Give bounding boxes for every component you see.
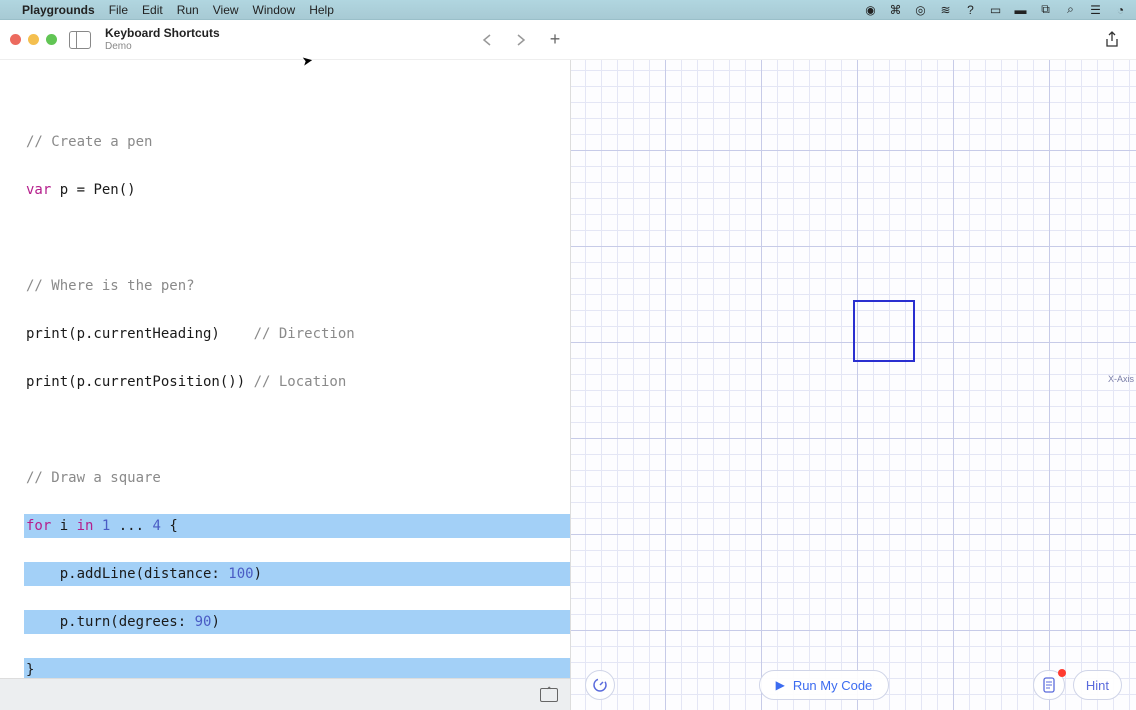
code-keyword: in bbox=[77, 518, 94, 534]
play-icon: ▶ bbox=[776, 678, 785, 692]
code-text: p.addLine(distance: bbox=[26, 566, 228, 582]
live-view-pane: X-Axis ▶ Run My Code Hint bbox=[570, 60, 1136, 710]
hint-label: Hint bbox=[1086, 678, 1109, 693]
spotlight-icon[interactable]: ⌕ bbox=[1063, 2, 1078, 17]
speed-button[interactable] bbox=[585, 670, 615, 700]
code-editor-pane: // Create a pen var p = Pen() // Where i… bbox=[0, 60, 570, 710]
menubar-status: ◉ ⌘ ◎ ≋ ? ▭ ▬ ⧉ ⌕ ☰ ◔ bbox=[863, 2, 1128, 17]
minimize-window-button[interactable] bbox=[28, 34, 39, 45]
run-my-code-button[interactable]: ▶ Run My Code bbox=[759, 670, 890, 700]
traffic-lights bbox=[10, 34, 57, 45]
code-number: 4 bbox=[152, 518, 160, 534]
canvas-grid[interactable] bbox=[571, 60, 1136, 710]
code-text: i bbox=[51, 518, 76, 534]
code-comment: // Location bbox=[254, 374, 347, 390]
page-nav: + bbox=[480, 33, 562, 47]
keyboard-shortcut-button[interactable] bbox=[540, 688, 558, 702]
macos-menubar: Playgrounds File Edit Run View Window He… bbox=[0, 0, 1136, 20]
code-text: ) bbox=[211, 614, 219, 630]
code-comment: // Where is the pen? bbox=[26, 278, 195, 294]
app-menu-playgrounds[interactable]: Playgrounds bbox=[22, 3, 95, 17]
menu-edit[interactable]: Edit bbox=[142, 3, 163, 17]
menu-run[interactable]: Run bbox=[177, 3, 199, 17]
menu-window[interactable]: Window bbox=[253, 3, 296, 17]
x-axis-label: X-Axis bbox=[1108, 374, 1134, 384]
status-icon-5[interactable]: ? bbox=[963, 2, 978, 17]
code-text: print(p.currentPosition()) bbox=[26, 374, 254, 390]
code-number: 100 bbox=[228, 566, 253, 582]
shortcut-bar bbox=[0, 678, 570, 710]
drawn-square-shape bbox=[853, 300, 915, 362]
window-toolbar: Keyboard Shortcuts Demo + bbox=[0, 20, 1136, 60]
next-page-button[interactable] bbox=[514, 33, 528, 47]
selected-line: for i in 1 ... 4 { bbox=[24, 514, 570, 538]
window-title-block: Keyboard Shortcuts Demo bbox=[105, 27, 220, 51]
wifi-icon[interactable]: ⧉ bbox=[1038, 2, 1053, 17]
code-comment: // Draw a square bbox=[26, 470, 161, 486]
main-split: // Create a pen var p = Pen() // Where i… bbox=[0, 60, 1136, 710]
battery-icon[interactable]: ▬ bbox=[1013, 2, 1028, 17]
code-keyword: var bbox=[26, 182, 51, 198]
code-text: ) bbox=[254, 566, 262, 582]
prev-page-button[interactable] bbox=[480, 33, 494, 47]
status-icon-1[interactable]: ◉ bbox=[863, 2, 878, 17]
hint-button[interactable]: Hint bbox=[1073, 670, 1122, 700]
status-icon-4[interactable]: ≋ bbox=[938, 2, 953, 17]
menubar-left: Playgrounds File Edit Run View Window He… bbox=[8, 3, 334, 17]
code-text bbox=[93, 518, 101, 534]
menu-file[interactable]: File bbox=[109, 3, 128, 17]
live-controls: ▶ Run My Code Hint bbox=[571, 660, 1136, 710]
notification-dot-icon bbox=[1058, 669, 1066, 677]
sidebar-toggle-button[interactable] bbox=[69, 31, 91, 49]
code-text: p = Pen() bbox=[51, 182, 135, 198]
code-comment: // Direction bbox=[254, 326, 355, 342]
code-number: 90 bbox=[195, 614, 212, 630]
code-text: ... bbox=[110, 518, 152, 534]
code-comment: // Create a pen bbox=[26, 134, 152, 150]
control-center-icon[interactable]: ☰ bbox=[1088, 2, 1103, 17]
status-icon-2[interactable]: ⌘ bbox=[888, 2, 903, 17]
code-keyword: for bbox=[26, 518, 51, 534]
selected-line: } bbox=[24, 658, 570, 678]
hints-list-button[interactable] bbox=[1033, 670, 1065, 700]
zoom-window-button[interactable] bbox=[46, 34, 57, 45]
playgrounds-window: ➤ Keyboard Shortcuts Demo + bbox=[0, 20, 1136, 710]
code-text: { bbox=[161, 518, 178, 534]
close-window-button[interactable] bbox=[10, 34, 21, 45]
clock-icon[interactable]: ◔ bbox=[1113, 2, 1128, 17]
code-text: print(p.currentHeading) bbox=[26, 326, 254, 342]
run-label: Run My Code bbox=[793, 678, 872, 693]
page-title: Keyboard Shortcuts bbox=[105, 27, 220, 40]
add-page-button[interactable]: + bbox=[548, 33, 562, 47]
code-text: p.turn(degrees: bbox=[26, 614, 195, 630]
menu-view[interactable]: View bbox=[213, 3, 239, 17]
page-subtitle: Demo bbox=[105, 41, 220, 52]
status-icon-3[interactable]: ◎ bbox=[913, 2, 928, 17]
code-editor[interactable]: // Create a pen var p = Pen() // Where i… bbox=[0, 60, 570, 678]
code-text: } bbox=[26, 662, 34, 678]
menu-help[interactable]: Help bbox=[309, 3, 334, 17]
share-button[interactable] bbox=[1104, 31, 1122, 49]
status-icon-6[interactable]: ▭ bbox=[988, 2, 1003, 17]
selected-line: p.turn(degrees: 90) bbox=[24, 610, 570, 634]
selected-line: p.addLine(distance: 100) bbox=[24, 562, 570, 586]
